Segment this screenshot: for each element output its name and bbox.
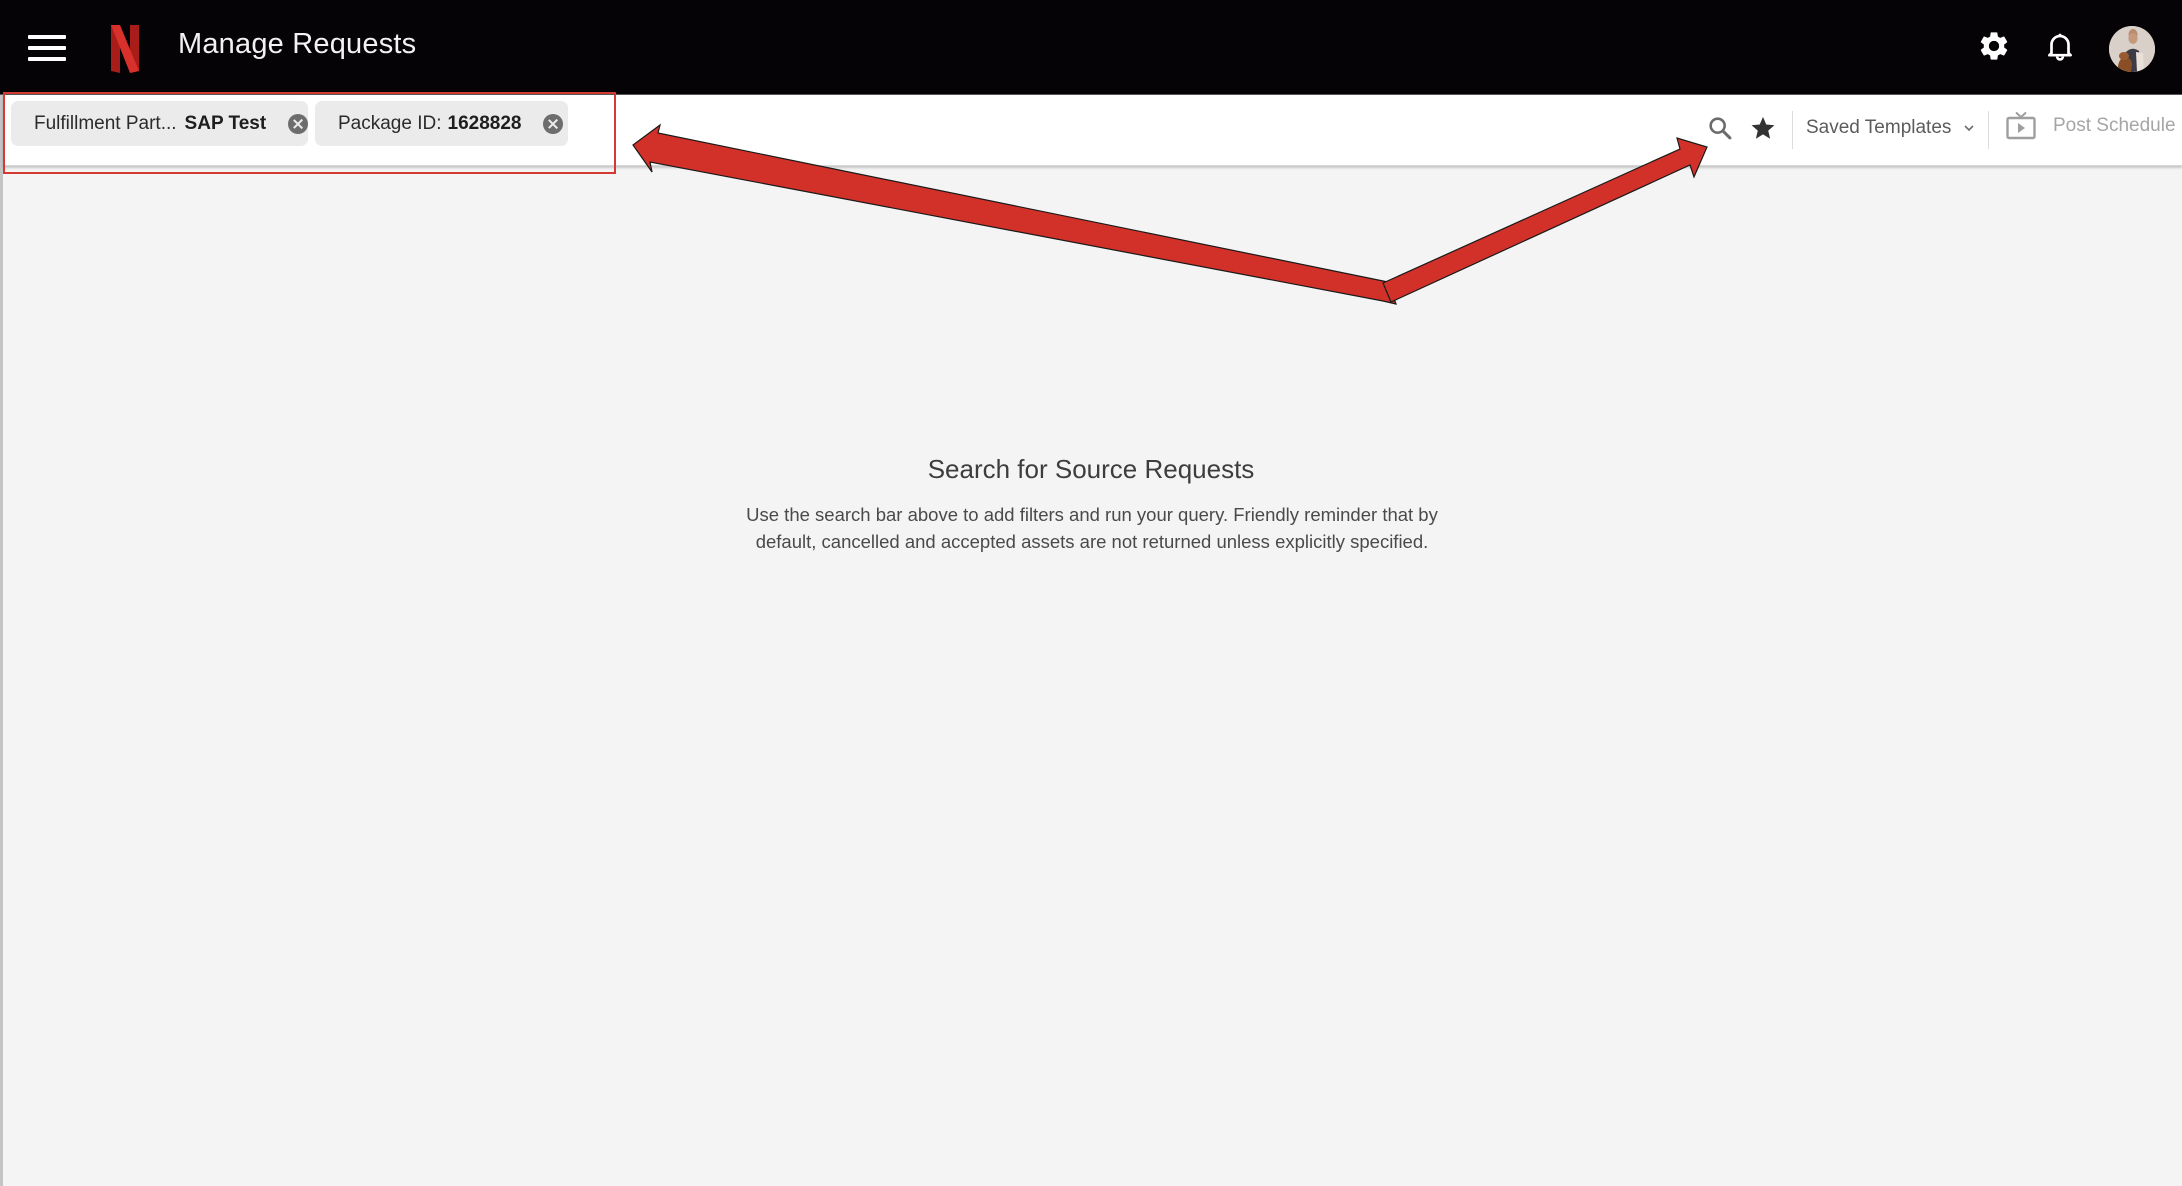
filter-chip-key: Fulfillment Part... — [34, 112, 177, 134]
post-schedule-button[interactable]: Post Schedule — [2005, 110, 2176, 142]
saved-templates-dropdown[interactable]: Saved Templates — [1806, 117, 1975, 139]
app-header: Manage Requests — [0, 0, 2182, 95]
post-schedule-label: Post Schedule — [2053, 115, 2176, 136]
filter-toolbar: Fulfillment Part... SAP Test Package ID:… — [3, 95, 2182, 166]
page-left-border — [0, 94, 3, 1186]
empty-state-description: Use the search bar above to add filters … — [746, 504, 1438, 552]
saved-templates-label: Saved Templates — [1806, 117, 1952, 138]
tv-play-icon — [2006, 111, 2036, 140]
toolbar-divider — [1792, 111, 1793, 149]
filter-chip-value: SAP Test — [184, 112, 267, 134]
hamburger-menu-icon[interactable] — [28, 35, 66, 63]
bell-icon[interactable] — [2043, 29, 2077, 63]
filter-chip-package-id[interactable]: Package ID: 1628828 — [315, 101, 568, 146]
empty-state-title: Search for Source Requests — [927, 454, 1255, 484]
remove-filter-icon[interactable] — [288, 113, 309, 134]
star-icon[interactable] — [1749, 114, 1777, 142]
filter-chip-value: 1628828 — [447, 112, 522, 134]
gear-icon[interactable] — [1977, 29, 2011, 63]
toolbar-divider — [1988, 111, 1989, 149]
filter-chip-key: Package ID: — [338, 112, 442, 134]
netflix-logo[interactable] — [109, 25, 141, 73]
page-title: Manage Requests — [178, 28, 417, 60]
remove-filter-icon[interactable] — [543, 113, 564, 134]
filter-chip-fulfillment-partner[interactable]: Fulfillment Part... SAP Test — [11, 101, 309, 146]
annotation-arrows — [632, 123, 1708, 305]
search-icon[interactable] — [1706, 114, 1734, 142]
user-avatar[interactable] — [2109, 26, 2155, 72]
chevron-down-icon — [1964, 125, 1974, 132]
